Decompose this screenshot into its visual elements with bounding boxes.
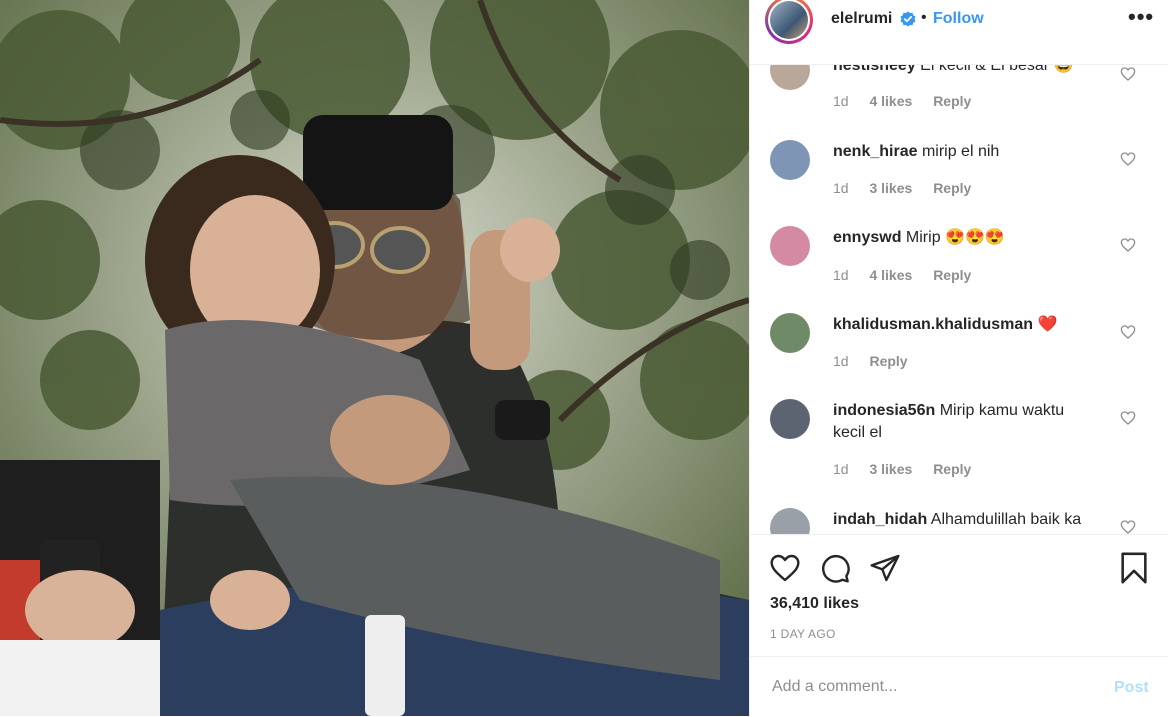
comment-meta: 1d 3 likes Reply bbox=[833, 461, 988, 477]
commenter-avatar[interactable] bbox=[770, 399, 810, 439]
post-photo-image bbox=[0, 0, 749, 716]
comment-like-heart-icon[interactable] bbox=[1120, 237, 1136, 253]
post-timestamp[interactable]: 1 DAY AGO bbox=[770, 627, 836, 641]
comment-meta: 1d 4 likes Reply bbox=[833, 93, 988, 109]
share-icon[interactable] bbox=[869, 552, 901, 584]
comment-likes[interactable]: 3 likes bbox=[869, 180, 912, 196]
reply-button[interactable]: Reply bbox=[933, 180, 971, 196]
commenter-avatar[interactable] bbox=[770, 64, 810, 90]
heart-icon[interactable] bbox=[769, 552, 801, 584]
likes-count[interactable]: 36,410 likes bbox=[770, 595, 859, 613]
comment-text: Alhamdulillah baik ka bbox=[930, 511, 1082, 528]
commenter-username[interactable]: khalidusman.khalidusman bbox=[833, 316, 1033, 333]
follow-button[interactable]: Follow bbox=[933, 10, 984, 28]
author-username[interactable]: elelrumi bbox=[831, 10, 892, 28]
comment-likes[interactable]: 3 likes bbox=[869, 461, 912, 477]
bookmark-icon[interactable] bbox=[1117, 551, 1151, 585]
comment-meta: 1d 4 likes Reply bbox=[833, 267, 988, 283]
comment-time: 1d bbox=[833, 461, 849, 477]
comment-time: 1d bbox=[833, 267, 849, 283]
commenter-avatar[interactable] bbox=[770, 226, 810, 266]
comment-time: 1d bbox=[833, 180, 849, 196]
add-comment-bar: Post bbox=[750, 656, 1168, 717]
comment-time: 1d bbox=[833, 93, 849, 109]
more-options-icon[interactable]: ••• bbox=[1128, 4, 1154, 30]
comment-meta: 1d Reply bbox=[833, 353, 925, 369]
author-avatar-image bbox=[770, 1, 808, 39]
commenter-username[interactable]: indonesia56n bbox=[833, 402, 935, 419]
comment-likes[interactable]: 4 likes bbox=[869, 267, 912, 283]
reply-button[interactable]: Reply bbox=[869, 353, 907, 369]
comment-likes[interactable]: 4 likes bbox=[869, 93, 912, 109]
reply-button[interactable]: Reply bbox=[933, 93, 971, 109]
commenter-username[interactable]: indah_hidah bbox=[833, 511, 927, 528]
post-photo[interactable] bbox=[0, 0, 749, 716]
comment-text-block: nenk_hirae mirip el nih bbox=[833, 141, 1113, 163]
comment-text: mirip el nih bbox=[921, 143, 1000, 160]
comment-time: 1d bbox=[833, 353, 849, 369]
reply-button[interactable]: Reply bbox=[933, 267, 971, 283]
post-comment-button[interactable]: Post bbox=[1114, 679, 1149, 697]
reply-button[interactable]: Reply bbox=[933, 461, 971, 477]
header-separator: • bbox=[921, 9, 927, 26]
commenter-avatar[interactable] bbox=[770, 313, 810, 353]
post-actions: 36,410 likes 1 DAY AGO bbox=[750, 534, 1168, 657]
comment-text: ❤️ bbox=[1037, 316, 1058, 333]
comment-text-block: indah_hidah Alhamdulillah baik ka bbox=[833, 509, 1113, 531]
verified-badge-icon bbox=[900, 11, 916, 27]
comment-text: El kecil & El besar 😅 bbox=[920, 64, 1074, 74]
commenter-username[interactable]: nestisheey bbox=[833, 64, 916, 74]
comment-text-block: khalidusman.khalidusman ❤️ bbox=[833, 314, 1113, 336]
comment-text-block: nestisheey El kecil & El besar 😅 bbox=[833, 64, 1113, 77]
comment-input[interactable] bbox=[770, 677, 1074, 697]
commenter-username[interactable]: ennyswd bbox=[833, 229, 901, 246]
comment-like-heart-icon[interactable] bbox=[1120, 519, 1136, 534]
comment-text-block: ennyswd Mirip 😍😍😍 bbox=[833, 227, 1113, 249]
commenter-username[interactable]: nenk_hirae bbox=[833, 143, 917, 160]
commenter-avatar[interactable] bbox=[770, 508, 810, 534]
commenter-avatar[interactable] bbox=[770, 140, 810, 180]
comment-text: Mirip 😍😍😍 bbox=[905, 229, 1005, 246]
comment-like-heart-icon[interactable] bbox=[1120, 410, 1136, 426]
comment-text-block: indonesia56n Mirip kamu waktu kecil el bbox=[833, 400, 1093, 444]
comment-like-heart-icon[interactable] bbox=[1120, 151, 1136, 167]
comments-list[interactable]: nestisheey El kecil & El besar 😅 1d 4 li… bbox=[750, 64, 1168, 534]
author-avatar-border bbox=[768, 0, 810, 41]
comment-like-heart-icon[interactable] bbox=[1120, 66, 1136, 82]
comment-meta: 1d 3 likes Reply bbox=[833, 180, 988, 196]
comment-like-heart-icon[interactable] bbox=[1120, 324, 1136, 340]
author-avatar[interactable] bbox=[765, 0, 813, 44]
post-header: elelrumi • Follow ••• bbox=[750, 0, 1168, 65]
post-sidebar: elelrumi • Follow ••• nestisheey El keci… bbox=[749, 0, 1168, 716]
comment-icon[interactable] bbox=[819, 552, 851, 584]
